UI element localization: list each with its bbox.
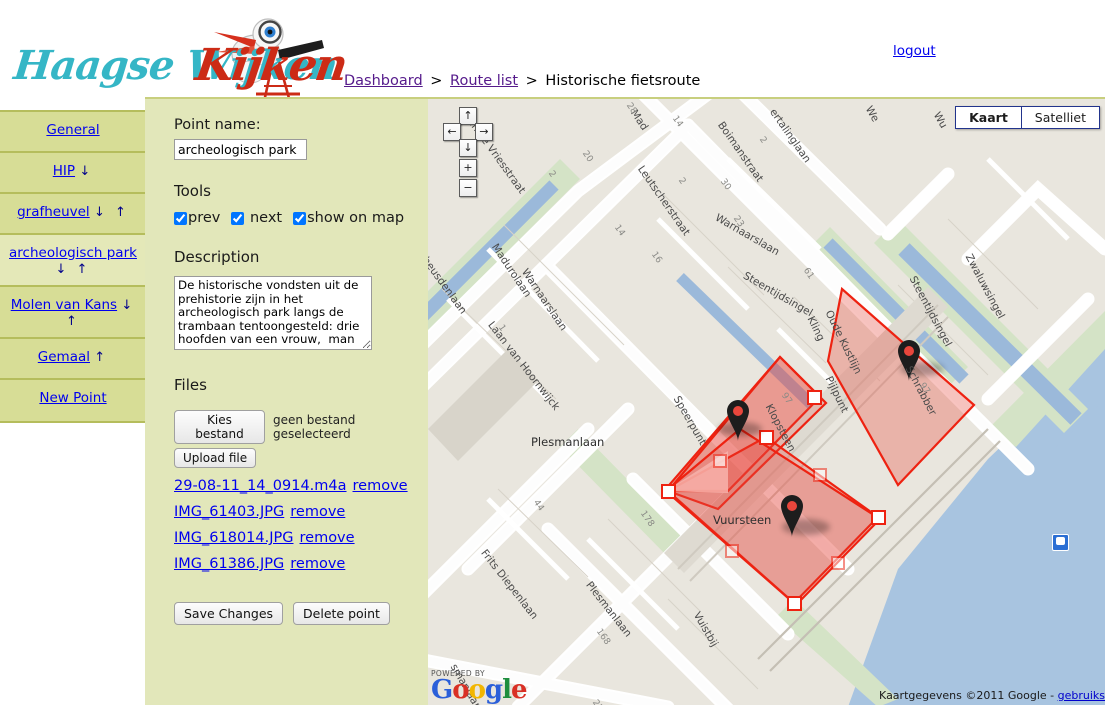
sidebar-item-arrows[interactable]: ↓ (79, 164, 93, 179)
files-heading: Files (174, 376, 207, 394)
breadcrumb-separator-2: > (525, 73, 538, 89)
file-remove-link[interactable]: remove (290, 504, 345, 520)
map-type-kaart-button[interactable]: Kaart (956, 107, 1021, 128)
map-type-satelliet-button[interactable]: Satelliet (1020, 107, 1099, 128)
breadcrumb-separator-1: > (430, 73, 443, 89)
upload-file-button[interactable]: Upload file (174, 448, 257, 468)
site-logo: Haagse Wijken Kijken (8, 4, 349, 102)
sidebar-item-grafheuvel[interactable]: grafheuvel ↓ ↑ (0, 194, 146, 235)
zoom-out-button[interactable]: − (459, 179, 477, 197)
point-name-input[interactable] (174, 139, 307, 160)
file-link[interactable]: IMG_618014.JPG (174, 530, 294, 546)
sidebar-item-label[interactable]: Molen van Kans (11, 297, 117, 313)
form-action-buttons: Save Changes Delete point (174, 602, 428, 625)
breadcrumb: Dashboard > Route list > Historische fie… (344, 73, 700, 89)
sidebar-item-gemaal[interactable]: Gemaal ↑ (0, 339, 146, 380)
map-type-control[interactable]: Kaart Satelliet (955, 106, 1100, 129)
sidebar-item-hip[interactable]: HIP ↓ (0, 153, 146, 194)
sidebar-item-arrows[interactable]: ↓ ↑ (94, 205, 129, 220)
checkbox-show-on-map-input[interactable] (293, 211, 307, 225)
app-page: Haagse Wijken Kijken logout Dashboard > … (0, 0, 1105, 705)
sidebar-item-label[interactable]: Gemaal (38, 349, 90, 365)
sidebar-item-label[interactable]: New Point (39, 390, 106, 406)
checkbox-prev-label: prev (188, 210, 221, 226)
pan-right-button[interactable]: → (475, 123, 493, 141)
sidebar-item-molen-van-kans[interactable]: Molen van Kans ↓ ↑ (0, 287, 146, 339)
tools-checkbox-row: prev next show on map (174, 210, 428, 226)
choose-file-button[interactable]: Kies bestand (174, 410, 265, 444)
map-terms-link[interactable]: gebruiks (1058, 689, 1105, 702)
save-changes-button[interactable]: Save Changes (174, 602, 284, 625)
file-list-item: IMG_618014.JPG remove (174, 530, 428, 546)
file-list-item: IMG_61403.JPG remove (174, 504, 428, 520)
checkbox-next[interactable]: next (231, 210, 282, 226)
sidebar-item-arrows[interactable]: ↓ ↑ (56, 262, 91, 277)
breadcrumb-item-route-list[interactable]: Route list (450, 73, 518, 89)
file-list-item: 29-08-11_14_0914.m4a remove (174, 478, 428, 494)
checkbox-next-label: next (249, 210, 283, 226)
sidebar-item-new-point[interactable]: New Point (0, 380, 146, 421)
sidebar-item-arrows[interactable]: ↑ (94, 350, 108, 365)
tram-station-icon (1052, 534, 1069, 551)
sidebar-item-general[interactable]: General (0, 112, 146, 153)
breadcrumb-item-current: Historische fietsroute (545, 73, 701, 89)
google-logo: POWERED BY Google (431, 669, 528, 705)
file-link[interactable]: IMG_61386.JPG (174, 556, 284, 572)
no-file-selected-text: geen bestand geselecteerd (272, 413, 356, 441)
point-edit-form: Point name: Tools prev next show on map … (145, 97, 428, 705)
zoom-in-button[interactable]: + (459, 159, 477, 177)
page-header: Haagse Wijken Kijken logout Dashboard > … (0, 0, 1105, 102)
checkbox-prev-input[interactable] (174, 211, 187, 225)
file-chooser-row: Kies bestand geen bestand geselecteerd (174, 410, 428, 444)
logout-link[interactable]: logout (893, 43, 936, 59)
map-tiles (428, 99, 1105, 705)
delete-point-button[interactable]: Delete point (293, 602, 390, 625)
file-link[interactable]: 29-08-11_14_0914.m4a (174, 478, 347, 494)
pan-down-button[interactable]: ↓ (459, 139, 477, 157)
description-textarea[interactable]: De historische vondsten uit de prehistor… (174, 276, 372, 350)
logo-text-secondary: Kijken (192, 40, 349, 91)
sidebar-item-label[interactable]: grafheuvel (17, 204, 90, 220)
map-pan-zoom-control[interactable]: ↑ ← → ↓ + − (440, 107, 498, 207)
sidebar-item-label[interactable]: HIP (53, 163, 75, 179)
file-list-item: IMG_61386.JPG remove (174, 556, 428, 572)
sidebar-item-label[interactable]: archeologisch park (9, 245, 137, 261)
sidebar-item-label[interactable]: General (46, 122, 99, 138)
map-attribution-text: Kaartgegevens ©2011 Google - (879, 689, 1058, 702)
point-name-label: Point name: (174, 117, 261, 133)
breadcrumb-item-dashboard[interactable]: Dashboard (344, 73, 423, 89)
sidebar-item-archeologisch-park[interactable]: archeologisch park ↓ ↑ (0, 235, 146, 287)
file-remove-link[interactable]: remove (290, 556, 345, 572)
checkbox-show-on-map-label: show on map (307, 210, 405, 226)
file-remove-link[interactable]: remove (353, 478, 408, 494)
file-remove-link[interactable]: remove (300, 530, 355, 546)
description-label: Description (174, 248, 260, 266)
file-link[interactable]: IMG_61403.JPG (174, 504, 284, 520)
checkbox-next-input[interactable] (231, 211, 245, 225)
checkbox-prev[interactable]: prev (174, 210, 220, 226)
map-viewport[interactable]: Jan de Vriesstraat theusdenlaan Madurolaan… (428, 97, 1105, 705)
map-attribution: Kaartgegevens ©2011 Google - gebruiks (879, 689, 1105, 702)
sidebar: General HIP ↓ grafheuvel ↓ ↑ archeologis… (0, 110, 148, 423)
checkbox-show-on-map[interactable]: show on map (293, 210, 404, 226)
tools-heading: Tools (174, 182, 211, 200)
google-wordmark: Google (431, 675, 528, 705)
